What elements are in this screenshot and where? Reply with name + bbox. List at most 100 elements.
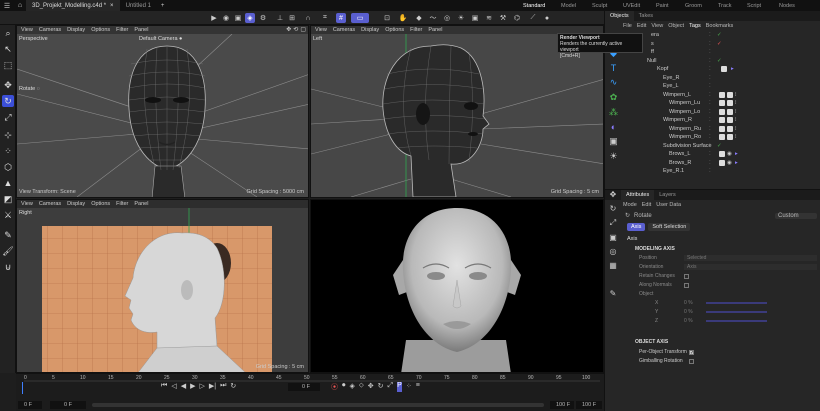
transform-icon[interactable]: ⊹	[2, 129, 14, 141]
material-tag-icon[interactable]	[719, 134, 725, 140]
tag-icon[interactable]: ▸	[735, 160, 738, 166]
camera-icon[interactable]: ▣	[609, 233, 617, 242]
axis-icon[interactable]: ⊥	[275, 13, 285, 23]
position-dropdown[interactable]: Selected	[684, 255, 817, 261]
playhead[interactable]	[22, 382, 27, 394]
menu-display[interactable]: Display	[67, 27, 85, 33]
position-key-icon[interactable]: ✥	[368, 382, 374, 392]
menu-panel[interactable]: Panel	[134, 201, 148, 207]
home-icon[interactable]: ⌂	[14, 2, 26, 9]
visibility-icon[interactable]: ⁚	[709, 49, 711, 55]
layout-paint[interactable]: Paint	[656, 0, 669, 11]
points-icon[interactable]: ⁘	[2, 145, 14, 157]
uv-icon[interactable]: ◩	[2, 193, 14, 205]
visibility-icon[interactable]: ⁚	[709, 126, 711, 132]
material-tag-icon[interactable]	[719, 159, 725, 166]
zoom-view-icon[interactable]: ⟲	[293, 26, 298, 33]
menu-mode[interactable]: Mode	[623, 202, 637, 208]
object-row[interactable]: Eye_R.1 ⁚	[621, 167, 819, 176]
menu-view[interactable]: View	[21, 201, 33, 207]
layout-standard[interactable]: Standard	[523, 0, 545, 11]
viewport-render[interactable]	[310, 199, 604, 373]
param-key-icon[interactable]: P	[397, 382, 402, 392]
phong-tag-icon[interactable]: ◉	[727, 160, 732, 166]
magnet-icon[interactable]: ⊍	[2, 261, 14, 273]
check-icon[interactable]: ✓	[717, 143, 722, 149]
material-tag-icon[interactable]	[719, 108, 725, 115]
object-row[interactable]: Wimpern_Lu ⁚ ⁞	[621, 99, 819, 108]
object-row[interactable]: Eye_R ⁚	[621, 74, 819, 83]
brush-icon[interactable]: ✎	[610, 289, 617, 298]
menu-display[interactable]: Display	[67, 201, 85, 207]
material-tag-icon[interactable]	[727, 125, 733, 132]
grid-snap-icon[interactable]: #	[336, 13, 346, 23]
tab-objects[interactable]: Objects	[605, 11, 634, 21]
material-icon[interactable]: ●	[542, 13, 552, 23]
visibility-icon[interactable]: ⁚	[709, 109, 711, 115]
rotate-icon[interactable]: ↻	[610, 204, 617, 213]
material-tag-icon[interactable]	[719, 100, 725, 106]
object-row[interactable]: s ⁚ ✓	[621, 40, 819, 49]
y-slider[interactable]	[706, 311, 767, 313]
go-start-icon[interactable]: ⏮	[161, 382, 167, 390]
rotation-key-icon[interactable]: ↻	[378, 382, 384, 392]
tag-icon[interactable]: ⁞	[735, 92, 737, 98]
check-icon[interactable]: ✓	[717, 32, 722, 38]
move-view-icon[interactable]: ✥	[286, 26, 291, 33]
menu-view[interactable]: View	[651, 23, 663, 29]
layout-groom[interactable]: Groom	[685, 0, 702, 11]
render-settings-icon[interactable]: ⚙	[258, 13, 268, 23]
pla-key-icon[interactable]: ⁘	[406, 382, 412, 392]
play-icon[interactable]: ▶	[209, 13, 219, 23]
move-icon[interactable]: ✥	[2, 79, 14, 91]
layout-model[interactable]: Model	[561, 0, 576, 11]
menu-cameras[interactable]: Cameras	[39, 201, 61, 207]
menu-filter[interactable]: Filter	[116, 27, 128, 33]
visibility-icon[interactable]: ⁚	[709, 66, 711, 72]
field-icon[interactable]: ≋	[484, 13, 494, 23]
layout-script[interactable]: Script	[747, 0, 761, 11]
edges-icon[interactable]: ⬡	[2, 161, 14, 173]
sphere-icon[interactable]: ◎	[610, 247, 617, 256]
object-row[interactable]: Wimpern_Ru ⁚ ⁞	[621, 125, 819, 134]
next-frame-icon[interactable]: ▷	[199, 382, 204, 390]
object-row[interactable]: Wimpern_R ⁚ ⁞	[621, 116, 819, 125]
material-tag-icon[interactable]	[727, 100, 733, 106]
magnet-icon[interactable]: ∩	[303, 13, 313, 23]
material-tag-icon[interactable]	[719, 91, 725, 98]
scale-icon[interactable]: ⤢	[610, 218, 616, 228]
tool-icon[interactable]: ⚒	[498, 13, 508, 23]
layout-uvedit[interactable]: UVEdit	[623, 0, 640, 11]
hair-icon[interactable]: ⟋	[528, 13, 538, 23]
next-key-icon[interactable]: ▶|	[209, 382, 216, 390]
tag-icon[interactable]: ⁞	[735, 117, 737, 123]
record-icon[interactable]: ⦿	[331, 382, 338, 392]
add-tab-button[interactable]: +	[157, 3, 169, 9]
workplane-icon[interactable]: ▭	[351, 13, 369, 23]
search-icon[interactable]: ⌕	[2, 27, 14, 39]
visibility-icon[interactable]: ⁚	[709, 83, 711, 89]
x-field[interactable]: 0 %	[684, 300, 706, 306]
visibility-icon[interactable]: ⁚	[709, 151, 711, 157]
material-tag-icon[interactable]	[719, 117, 725, 123]
check-icon[interactable]: ✓	[717, 58, 722, 64]
object-row[interactable]: Subdivision Surface ⁚ ✓	[621, 142, 819, 151]
menu-object[interactable]: Object	[668, 23, 684, 29]
paint-icon[interactable]: 🖌	[2, 245, 14, 257]
light-icon[interactable]: ☀	[456, 13, 466, 23]
object-axis-heading[interactable]: OBJECT AXIS	[635, 339, 668, 345]
menu-display[interactable]: Display	[361, 27, 379, 33]
visibility-icon[interactable]: ⁚	[709, 134, 711, 140]
preset-dropdown[interactable]: Custom	[775, 212, 817, 219]
layout-nodes[interactable]: Nodes	[779, 0, 795, 11]
tab-attributes[interactable]: Attributes	[621, 190, 655, 200]
scale-icon[interactable]: ⤢	[2, 111, 14, 123]
visibility-icon[interactable]: ⁚	[709, 143, 711, 149]
viewport-perspective[interactable]: View Cameras Display Options Filter Pane…	[16, 25, 309, 198]
z-slider[interactable]	[706, 320, 767, 322]
object-row[interactable]: Wimpern_L ⁚ ⁞	[621, 91, 819, 100]
deformer-icon[interactable]: ◎	[442, 13, 452, 23]
render-viewport-icon[interactable]: ◈	[245, 13, 255, 23]
object-row[interactable]: Brows_L ⁚ ◉ ▸	[621, 150, 819, 159]
document-tab-inactive[interactable]: Untitled 1	[120, 0, 157, 11]
